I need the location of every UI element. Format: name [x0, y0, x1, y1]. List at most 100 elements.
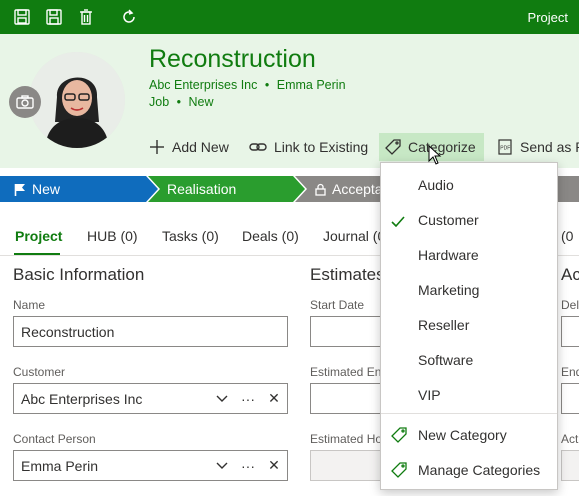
checkmark-icon: [391, 214, 405, 230]
record-header: Reconstruction Abc Enterprises Inc • Emm…: [0, 34, 579, 168]
stage-realisation[interactable]: Realisation: [167, 176, 236, 202]
estimated-end-field[interactable]: [310, 383, 390, 414]
menu-item-hardware[interactable]: Hardware: [381, 237, 557, 272]
right-label-2: End: [561, 365, 579, 379]
menu-item-label: Software: [418, 351, 474, 368]
estimated-end-label: Estimated En: [310, 365, 382, 379]
name-field[interactable]: Reconstruction: [13, 316, 288, 347]
module-label: Project: [527, 10, 568, 25]
menu-item-label: Audio: [418, 176, 454, 193]
mouse-cursor-icon: [428, 145, 442, 165]
top-command-bar: Project: [0, 0, 579, 34]
name-value: Reconstruction: [21, 323, 115, 340]
record-status: New: [188, 95, 214, 109]
menu-item-label: Marketing: [418, 281, 480, 298]
stage-new[interactable]: New: [14, 176, 60, 202]
menu-item-label: Customer: [418, 211, 479, 228]
manage-categories-button[interactable]: Manage Categories: [381, 452, 557, 487]
record-type: Job: [149, 95, 170, 109]
tab-tasks[interactable]: Tasks (0): [162, 228, 219, 244]
separator: •: [176, 95, 182, 109]
lock-icon: [315, 183, 326, 196]
menu-item-reseller[interactable]: Reseller: [381, 307, 557, 342]
menu-item-marketing[interactable]: Marketing: [381, 272, 557, 307]
tab-project[interactable]: Project: [15, 228, 62, 244]
save-icon[interactable]: [44, 7, 64, 27]
menu-item-vip[interactable]: VIP: [381, 377, 557, 412]
tab-deals[interactable]: Deals (0): [242, 228, 299, 244]
right-field-2[interactable]: [561, 383, 579, 414]
more-options-icon[interactable]: ···: [235, 458, 261, 474]
start-date-field[interactable]: [310, 316, 390, 347]
start-date-label: Start Date: [310, 298, 365, 312]
stage-acceptance[interactable]: Accepta: [315, 176, 383, 202]
basic-information-heading: Basic Information: [13, 265, 145, 284]
link-existing-button[interactable]: Link to Existing: [249, 133, 368, 161]
stage-new-label: New: [32, 181, 61, 197]
name-label: Name: [13, 298, 46, 312]
estimated-hours-label: Estimated Ho: [310, 432, 383, 446]
record-title: Reconstruction: [149, 45, 316, 73]
record-meta: Job • New: [149, 95, 214, 109]
save-close-icon[interactable]: [12, 7, 32, 27]
link-icon: [249, 143, 267, 151]
active-tab-indicator: [14, 253, 60, 255]
right-label-3: Act: [561, 432, 579, 446]
add-new-button[interactable]: Add New: [149, 133, 229, 161]
menu-item-label: Hardware: [418, 246, 479, 263]
send-as-label: Send as P: [520, 139, 579, 155]
categorize-menu: Audio Customer Hardware Marketing Resell…: [380, 162, 558, 490]
refresh-icon[interactable]: [119, 7, 139, 27]
contact-person-label: Contact Person: [13, 432, 96, 446]
menu-item-label: VIP: [418, 386, 441, 403]
customer-value: Abc Enterprises Inc: [21, 390, 143, 407]
contact-person-field[interactable]: Emma Perin ··· ✕: [13, 450, 288, 481]
link-existing-label: Link to Existing: [274, 139, 369, 155]
delete-icon[interactable]: [76, 7, 96, 27]
right-label-1: Del: [561, 298, 579, 312]
separator: •: [264, 78, 270, 92]
contact-field-actions: ··· ✕: [209, 451, 287, 480]
pdf-icon: PDF: [498, 139, 512, 155]
tag-icon: [385, 139, 401, 155]
tab-hub[interactable]: HUB (0): [87, 228, 138, 244]
send-as-pdf-button[interactable]: PDF Send as P: [497, 133, 579, 161]
svg-text:PDF: PDF: [500, 146, 510, 152]
contact-person-value: Emma Perin: [21, 457, 99, 474]
menu-item-label: Reseller: [418, 316, 470, 333]
new-category-label: New Category: [418, 426, 507, 443]
chevron-down-icon[interactable]: [209, 395, 235, 403]
estimated-hours-field: [310, 450, 390, 481]
more-options-icon[interactable]: ···: [235, 391, 261, 407]
customer-link[interactable]: Abc Enterprises Inc: [149, 78, 257, 92]
camera-icon[interactable]: [9, 86, 41, 118]
tag-icon: [391, 462, 407, 481]
menu-item-customer[interactable]: Customer: [381, 202, 557, 237]
estimates-heading: Estimates: [310, 265, 385, 284]
chevron-down-icon[interactable]: [209, 462, 235, 470]
clear-icon[interactable]: ✕: [261, 390, 287, 407]
new-category-button[interactable]: New Category: [381, 417, 557, 452]
customer-field[interactable]: Abc Enterprises Inc ··· ✕: [13, 383, 288, 414]
record-subtitle: Abc Enterprises Inc • Emma Perin: [149, 78, 346, 92]
customer-label: Customer: [13, 365, 66, 379]
menu-item-audio[interactable]: Audio: [381, 167, 557, 202]
customer-field-actions: ··· ✕: [209, 384, 287, 413]
menu-item-software[interactable]: Software: [381, 342, 557, 377]
stage-realisation-label: Realisation: [167, 181, 237, 197]
clear-icon[interactable]: ✕: [261, 457, 287, 474]
stage-acceptance-label: Accepta: [332, 181, 383, 197]
plus-icon: [150, 140, 164, 154]
tab-journal[interactable]: Journal (0: [323, 228, 385, 244]
avatar[interactable]: [29, 52, 125, 148]
manage-categories-label: Manage Categories: [418, 461, 541, 478]
add-new-label: Add New: [172, 139, 229, 155]
right-field-1[interactable]: [561, 316, 579, 347]
contact-link[interactable]: Emma Perin: [277, 78, 346, 92]
flag-icon: [14, 183, 25, 196]
tab-more[interactable]: (0: [561, 228, 573, 244]
menu-divider: [381, 413, 557, 414]
right-section-heading: Ac: [561, 265, 579, 284]
person-photo: [29, 52, 125, 148]
right-field-3: [561, 450, 579, 481]
